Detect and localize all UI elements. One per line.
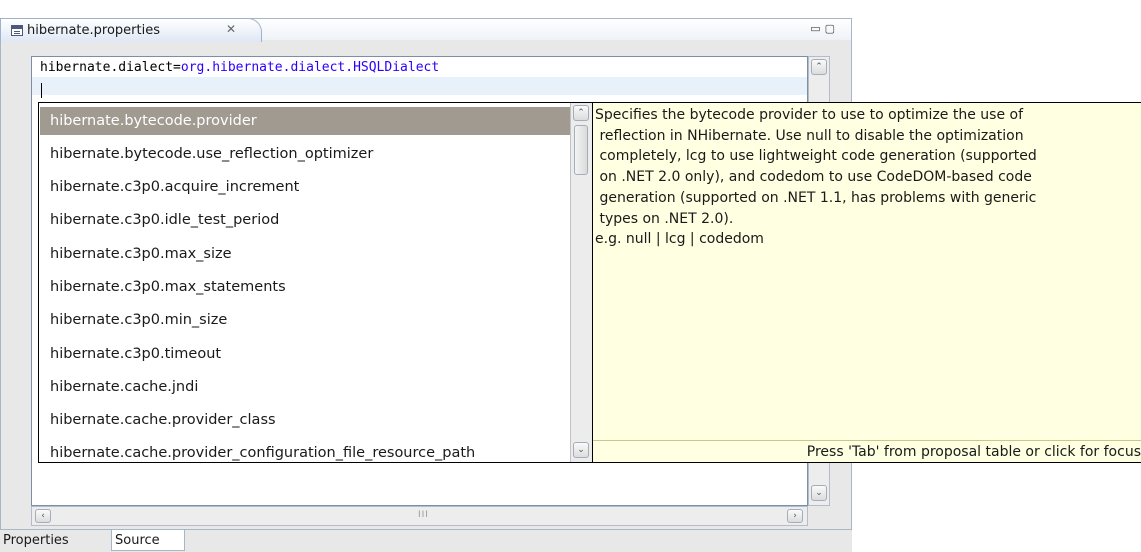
proposal-item[interactable]: hibernate.c3p0.acquire_increment <box>40 173 570 201</box>
editor-horizontal-scrollbar[interactable]: ‹ III › <box>31 506 808 526</box>
scroll-right-icon[interactable]: › <box>787 509 803 523</box>
editor-tab-title: hibernate.properties <box>27 23 160 38</box>
proposal-info-popup[interactable]: Specifies the bytecode provider to use t… <box>592 102 1141 463</box>
proposal-scrollbar[interactable]: ⌃ ⌄ <box>570 103 592 462</box>
proposal-item[interactable]: hibernate.bytecode.use_reflection_optimi… <box>40 140 570 168</box>
current-line-highlight <box>32 77 807 95</box>
scroll-left-icon[interactable]: ‹ <box>35 509 51 523</box>
tab-source[interactable]: Source <box>111 530 185 551</box>
bottom-tab-bar: Properties Source <box>0 529 852 552</box>
property-key: hibernate.dialect= <box>40 60 181 75</box>
scroll-up-icon[interactable]: ⌃ <box>573 105 589 121</box>
proposal-item[interactable]: hibernate.c3p0.max_size <box>40 240 570 268</box>
scroll-down-icon[interactable]: ⌄ <box>573 442 589 458</box>
scroll-thumb[interactable] <box>574 125 588 175</box>
scroll-grip-icon: III <box>418 510 429 520</box>
editor-tab[interactable]: hibernate.properties ✕ <box>0 18 262 42</box>
proposal-item[interactable]: hibernate.cache.provider_configuration_f… <box>40 439 570 462</box>
scroll-down-icon[interactable]: ⌄ <box>811 485 827 501</box>
properties-file-icon <box>11 25 23 36</box>
text-caret <box>41 83 42 98</box>
proposal-item[interactable]: hibernate.cache.provider_class <box>40 406 570 434</box>
minimize-maximize-icons[interactable]: ▭▢ <box>810 22 839 35</box>
proposal-item[interactable]: hibernate.c3p0.timeout <box>40 340 570 368</box>
proposal-item[interactable]: hibernate.bytecode.provider <box>40 107 570 135</box>
proposal-item[interactable]: hibernate.c3p0.min_size <box>40 306 570 334</box>
proposal-item[interactable]: hibernate.c3p0.max_statements <box>40 273 570 301</box>
editor-tab-strip: hibernate.properties ✕ ▭▢ <box>0 18 852 42</box>
proposal-item[interactable]: hibernate.cache.jndi <box>40 373 570 401</box>
proposal-list[interactable]: hibernate.bytecode.provider hibernate.by… <box>38 102 593 463</box>
close-icon[interactable]: ✕ <box>226 22 236 36</box>
proposal-item[interactable]: hibernate.c3p0.idle_test_period <box>40 206 570 234</box>
info-footer: Press 'Tab' from proposal table or click… <box>593 440 1141 463</box>
scroll-up-icon[interactable]: ⌃ <box>811 59 827 75</box>
property-value: org.hibernate.dialect.HSQLDialect <box>180 60 440 75</box>
proposal-description: Specifies the bytecode provider to use t… <box>595 107 1037 248</box>
tab-properties[interactable]: Properties <box>0 530 111 551</box>
code-line: hibernate.dialect=org.hibernate.dialect.… <box>40 60 439 75</box>
